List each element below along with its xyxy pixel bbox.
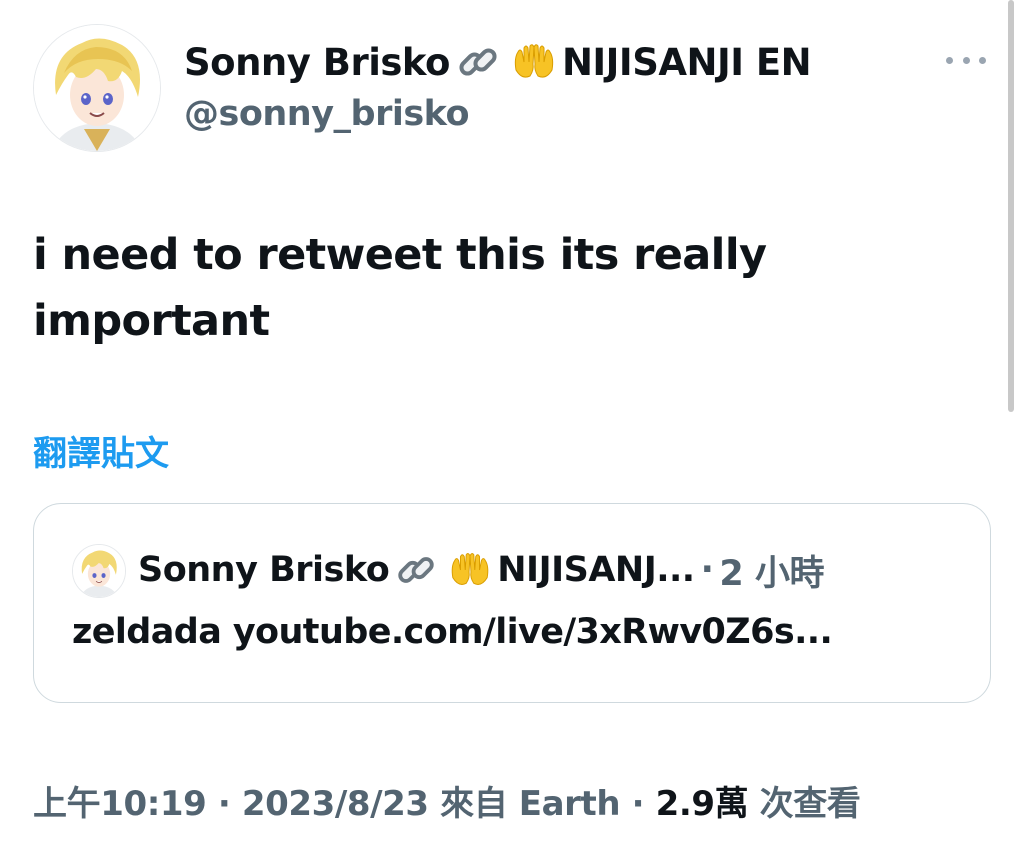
author-avatar[interactable] <box>33 24 161 152</box>
link-icon <box>398 557 434 583</box>
author-name-line[interactable]: Sonny Brisko NIJISANJI EN <box>184 36 812 88</box>
more-dot <box>946 56 953 64</box>
tweet-text: i need to retweet this its really import… <box>33 230 767 346</box>
tweet-source: 來自 Earth <box>440 784 621 824</box>
quoted-tweet-header: Sonny Brisko NIJISANJ... · 2 小時 <box>138 542 824 598</box>
quoted-tweet-card[interactable]: Sonny Brisko NIJISANJ... · 2 小時 zeldada … <box>33 503 991 703</box>
scrollbar[interactable] <box>1008 0 1014 412</box>
hands-icon <box>451 553 489 585</box>
more-options-icon[interactable] <box>944 48 988 72</box>
meta-separator: · <box>631 784 645 824</box>
author-handle[interactable]: @sonny_brisko <box>184 94 470 134</box>
tweet-meta: 上午10:19 · 2023/8/23 來自 Earth · 2.9萬 次查看 <box>33 776 861 825</box>
quoted-time-separator: · <box>700 550 714 590</box>
quoted-author-name: Sonny Brisko <box>138 550 390 590</box>
quoted-author-affiliation: NIJISANJ... <box>497 550 695 590</box>
more-dot <box>979 56 986 64</box>
avatar-image <box>73 545 125 597</box>
hands-icon <box>514 44 554 78</box>
author-affiliation: NIJISANJI EN <box>561 40 812 84</box>
meta-separator: · <box>217 784 231 824</box>
tweet-time[interactable]: 上午10:19 <box>33 784 207 824</box>
tweet-date[interactable]: 2023/8/23 <box>242 784 429 824</box>
views-count: 2.9萬 <box>655 784 749 824</box>
quoted-author-avatar <box>72 544 126 598</box>
views-label: 次查看 <box>759 784 861 824</box>
avatar-image <box>34 25 160 151</box>
quoted-time-ago: 2 小時 <box>719 553 824 594</box>
author-display-name[interactable]: Sonny Brisko <box>184 41 450 84</box>
translate-post-link[interactable]: 翻譯貼文 <box>33 426 169 475</box>
more-dot <box>962 56 970 64</box>
link-icon <box>459 48 497 76</box>
quoted-tweet-text: zeldada youtube.com/live/3xRwv0Z6s... <box>72 612 833 652</box>
